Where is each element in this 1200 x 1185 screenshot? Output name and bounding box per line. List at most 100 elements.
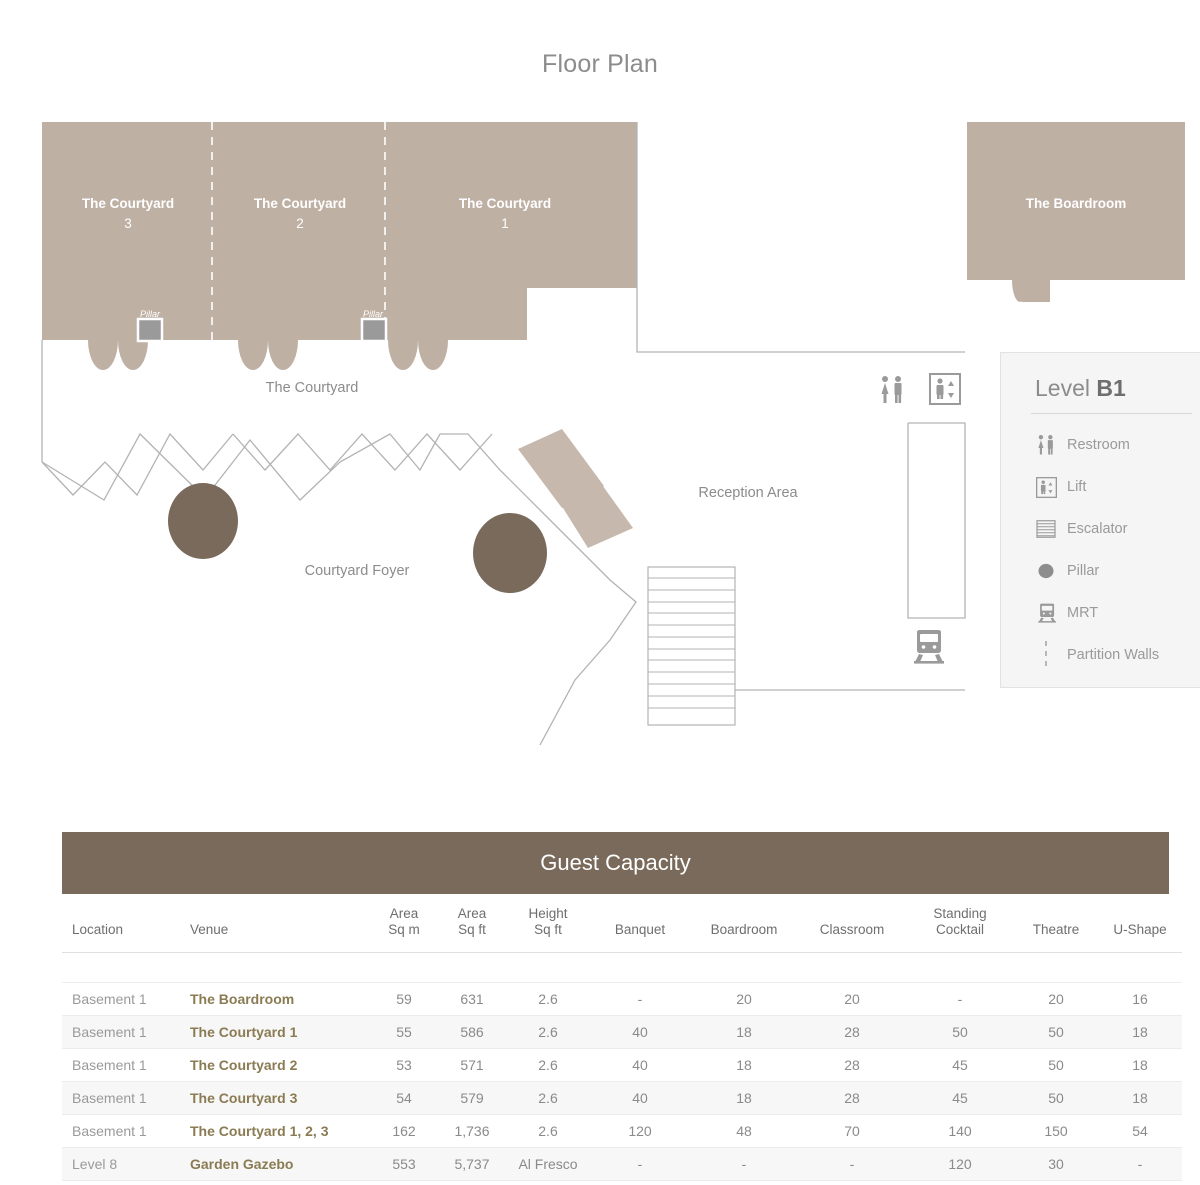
cell-theatre: 50 [1014, 1081, 1098, 1116]
cell-area-sqm: 54 [370, 1081, 438, 1116]
cell-classroom: 28 [798, 1015, 906, 1050]
col-header-theatre[interactable]: Theatre [1014, 894, 1098, 954]
cell-venue: Verandah Lounge [180, 1180, 370, 1185]
cell-height: 2.6 [506, 1114, 590, 1149]
lift-icon [1035, 476, 1057, 498]
restroom-icon [1035, 434, 1057, 456]
cell-boardroom: - [690, 1147, 798, 1182]
cell-banquet: 120 [590, 1114, 690, 1149]
cell-area-sqft: 1,736 [438, 1114, 506, 1149]
table-row[interactable]: Basement 1 The Courtyard 3 54 579 2.6 40 18 28 4… [62, 1081, 1182, 1116]
restroom-icon [881, 376, 902, 403]
guest-capacity-section: Guest Capacity Location Venue Area Sq m … [62, 832, 1182, 1185]
mrt-icon [1035, 602, 1057, 624]
cell-u-shape: - [1098, 1180, 1182, 1185]
legend-item-mrt[interactable]: MRT [1001, 592, 1200, 634]
legend-label-lift: Lift [1067, 479, 1087, 495]
cell-area-sqft: 579 [438, 1081, 506, 1116]
col-header-boardroom[interactable]: Boardroom [690, 894, 798, 954]
legend-item-pillar[interactable]: Pillar [1001, 550, 1200, 592]
legend-item-escalator[interactable]: Escalator [1001, 508, 1200, 550]
cell-banquet: 40 [590, 1048, 690, 1083]
pillar-marker-1: Pillar [136, 309, 164, 343]
boardroom-room[interactable]: The Boardroom [967, 122, 1185, 302]
area-label-the-courtyard: The Courtyard [266, 380, 359, 396]
area-label-reception-area: Reception Area [698, 485, 798, 501]
cell-area-sqm: 162 [370, 1114, 438, 1149]
col-header-u-shape[interactable]: U-Shape [1098, 894, 1182, 954]
cell-venue: The Courtyard 1, 2, 3 [180, 1114, 370, 1149]
cell-area-sqft: 571 [438, 1048, 506, 1083]
lift-icon [929, 373, 961, 405]
col-header-area-sqft[interactable]: Area Sq ft [438, 894, 506, 954]
table-row[interactable]: Level 8Verandah Lounge849049.5---40-- [62, 1180, 1182, 1185]
cell-area-sqm: 55 [370, 1015, 438, 1050]
cell-banquet: 40 [590, 1015, 690, 1050]
col-header-banquet[interactable]: Banquet [590, 894, 690, 954]
cell-u-shape: 18 [1098, 1048, 1182, 1083]
legend-label-pillar: Pillar [1067, 563, 1100, 579]
courtyard-bottom-cut [42, 340, 527, 372]
legend-item-lift[interactable]: Lift [1001, 466, 1200, 508]
cell-venue: The Courtyard 3 [180, 1081, 370, 1116]
legend-item-partition-walls[interactable]: Partition Walls [1001, 634, 1200, 676]
col-header-classroom[interactable]: Classroom [798, 894, 906, 954]
legend-item-list: Restroom Lift Escalator Pillar MRT Parti… [1001, 414, 1200, 676]
cell-boardroom: 18 [690, 1081, 798, 1116]
legend-item-restroom[interactable]: Restroom [1001, 424, 1200, 466]
cell-area-sqm: 84 [370, 1180, 438, 1185]
col-header-area-sqm[interactable]: Area Sq m [370, 894, 438, 954]
cell-area-sqm: 53 [370, 1048, 438, 1083]
capacity-header-row: Location Venue Area Sq m Area Sq ft Heig [62, 894, 1182, 954]
table-row[interactable]: Basement 1 The Courtyard 2 53 571 2.6 40 18 28 4… [62, 1048, 1182, 1083]
legend-label-restroom: Restroom [1067, 437, 1130, 453]
cell-banquet: - [590, 1180, 690, 1185]
pillar-square-1 [136, 317, 164, 343]
capacity-table: Location Venue Area Sq m Area Sq ft Heig [62, 894, 1182, 1185]
escalator-icon [1035, 518, 1057, 540]
cell-theatre: 150 [1014, 1114, 1098, 1149]
cell-banquet: 40 [590, 1081, 690, 1116]
legend-level-value: B1 [1096, 375, 1126, 401]
cell-standing-cocktail: 45 [906, 1048, 1014, 1083]
pillar-square-2 [360, 317, 388, 343]
cell-location: Basement 1 [62, 1015, 180, 1050]
legend-label-partition-walls: Partition Walls [1067, 647, 1160, 663]
capacity-banner: Guest Capacity [62, 832, 1169, 894]
cell-boardroom: 18 [690, 1048, 798, 1083]
cell-location: Basement 1 [62, 1114, 180, 1149]
cell-area-sqft: 904 [438, 1180, 506, 1185]
room-label-boardroom: The Boardroom [1026, 196, 1127, 211]
cell-height: 2.6 [506, 1081, 590, 1116]
cell-u-shape: 54 [1098, 1114, 1182, 1149]
cell-u-shape: 16 [1098, 982, 1182, 1017]
cell-venue: The Courtyard 1 [180, 1015, 370, 1050]
boardroom-room-fill [967, 122, 1185, 302]
legend-label-mrt: MRT [1067, 605, 1099, 621]
col-header-standing-cocktail[interactable]: Standing Cocktail [906, 894, 1014, 954]
cell-standing-cocktail: 120 [906, 1147, 1014, 1182]
table-spacer-row [62, 952, 1182, 984]
table-row[interactable]: Basement 1 The Courtyard 1 55 586 2.6 40 18 28 5… [62, 1015, 1182, 1050]
legend-panel: Level B1 Restroom Lift Escalator Pillar … [1000, 352, 1200, 688]
room-label-courtyard-2-number: 2 [296, 216, 304, 231]
col-header-venue[interactable]: Venue [180, 894, 370, 954]
table-row[interactable]: Level 8 Garden Gazebo 553 5,737 Al Fresco - - -… [62, 1147, 1182, 1182]
courtyard-room-block[interactable]: The Courtyard 3 The Courtyard 2 The Cour… [42, 122, 637, 372]
cell-boardroom: 48 [690, 1114, 798, 1149]
courtyard-room-fill [42, 122, 637, 340]
cell-area-sqft: 5,737 [438, 1147, 506, 1182]
room-label-courtyard-2-name: The Courtyard [254, 196, 346, 211]
mrt-icon [914, 630, 944, 664]
cell-standing-cocktail: 40 [906, 1180, 1014, 1185]
room-label-courtyard-1-number: 1 [501, 216, 509, 231]
cell-standing-cocktail: 50 [906, 1015, 1014, 1050]
table-row[interactable]: Basement 1 The Boardroom 59 631 2.6-20 20-20 1… [62, 982, 1182, 1017]
cell-u-shape: - [1098, 1147, 1182, 1182]
col-header-location[interactable]: Location [62, 894, 180, 954]
pillar-circle-1 [168, 483, 238, 559]
cell-theatre: 50 [1014, 1015, 1098, 1050]
table-row[interactable]: Basement 1 The Courtyard 1, 2, 3 162 1,736 2… [62, 1114, 1182, 1149]
col-header-height[interactable]: Height Sq ft [506, 894, 590, 954]
pillar-tag-1: Pillar [140, 309, 161, 319]
